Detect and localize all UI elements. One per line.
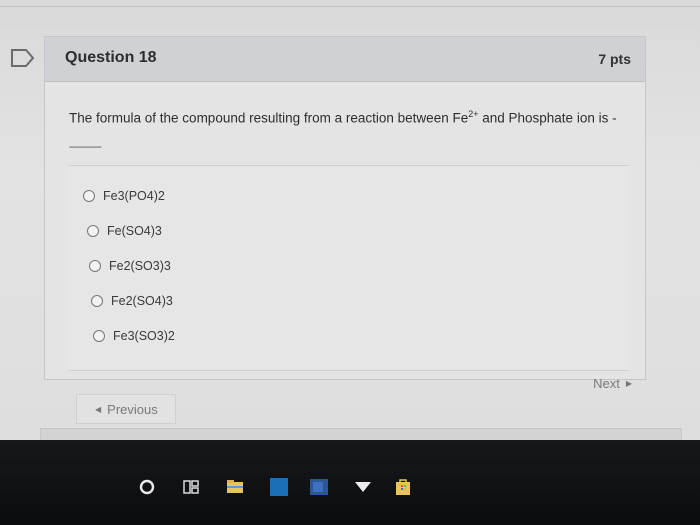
top-divider (0, 6, 700, 7)
question-text: The formula of the compound resulting fr… (69, 109, 629, 126)
media-icon[interactable] (352, 476, 374, 498)
answer-option[interactable]: Fe2(SO3)3 (89, 257, 171, 275)
question-points: 7 pts (598, 51, 631, 67)
answers-list: Fe3(PO4)2 Fe(SO4)3 Fe2(SO3)3 Fe2(SO4)3 F… (69, 165, 629, 371)
next-arrow-icon: ▶ (625, 378, 632, 388)
answer-option[interactable]: Fe3(PO4)2 (83, 187, 165, 205)
question-header: Question 18 7 pts (45, 37, 645, 82)
answer-option[interactable]: Fe2(SO4)3 (91, 292, 173, 310)
previous-label: Previous (107, 401, 158, 417)
question-text-start: The formula of the compound resulting fr… (69, 110, 469, 126)
question-title: Question 18 (65, 49, 157, 66)
word-icon[interactable] (308, 476, 330, 498)
radio-button[interactable] (89, 260, 101, 272)
answer-label: Fe3(PO4)2 (103, 189, 165, 203)
file-explorer-icon[interactable] (224, 476, 246, 498)
task-view-icon[interactable] (180, 476, 202, 498)
radio-button[interactable] (87, 225, 99, 237)
next-label: Next (593, 375, 620, 391)
cortana-icon[interactable] (136, 476, 158, 498)
answer-label: Fe3(SO3)2 (113, 329, 175, 343)
radio-button[interactable] (91, 295, 103, 307)
taskbar (0, 440, 700, 525)
answer-label: Fe2(SO3)3 (109, 259, 171, 273)
question-text-end: and Phosphate ion is - (478, 110, 617, 126)
radio-button[interactable] (83, 190, 95, 202)
store-icon[interactable] (392, 476, 414, 498)
flag-question-icon[interactable] (10, 48, 36, 68)
answer-blank: ------------ (69, 141, 102, 153)
next-button[interactable]: Next ▶ (560, 370, 646, 396)
answer-option[interactable]: Fe(SO4)3 (87, 222, 162, 240)
answer-option[interactable]: Fe3(SO3)2 (93, 327, 175, 345)
previous-button[interactable]: ◀ Previous (76, 394, 176, 424)
answer-label: Fe2(SO4)3 (111, 294, 173, 308)
radio-button[interactable] (93, 330, 105, 342)
edge-icon[interactable] (268, 476, 290, 498)
question-card: Question 18 7 pts The formula of the com… (44, 36, 646, 380)
answer-label: Fe(SO4)3 (107, 224, 162, 238)
charge-superscript: 2+ (468, 109, 479, 119)
previous-arrow-icon: ◀ (95, 404, 102, 414)
